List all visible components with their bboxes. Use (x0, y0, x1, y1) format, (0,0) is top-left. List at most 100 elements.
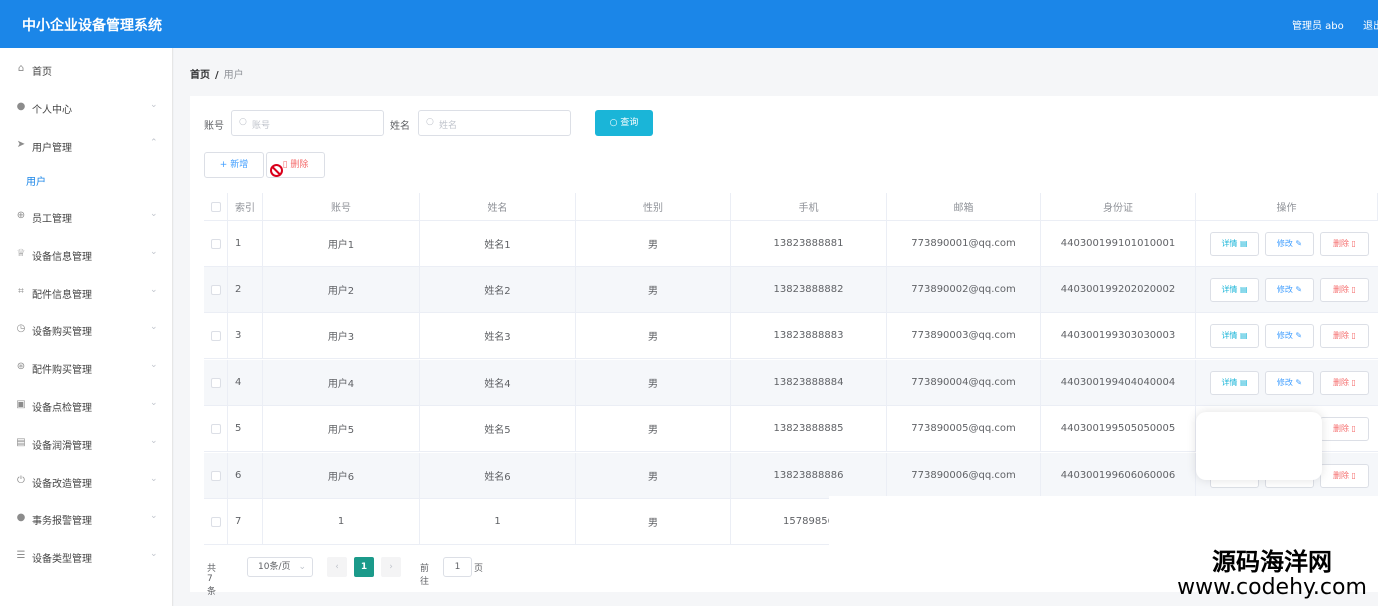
column-header: 邮箱 (887, 193, 1041, 220)
document-icon: ▤ (1237, 378, 1248, 387)
table-cell: 440300199606060006 (1041, 453, 1196, 498)
sidebar-item[interactable]: ⊕ 员工管理 ⌄ (0, 201, 173, 231)
row-delete-button[interactable]: 删除 ▯ (1320, 371, 1369, 395)
crop-icon: ⌗ (18, 286, 24, 297)
logout-link[interactable]: 退出 (1363, 17, 1378, 32)
row-checkbox[interactable] (210, 330, 221, 341)
sidebar-item[interactable]: ▣ 设备点检管理 ⌄ (0, 390, 173, 420)
current-user[interactable]: 管理员 abo (1292, 17, 1344, 32)
sidebar-item[interactable]: ▤ 设备润滑管理 ⌄ (0, 428, 173, 458)
top-header: 中小企业设备管理系统 管理员 abo 退出 (0, 0, 1378, 48)
name-input[interactable]: ○ 姓名 (418, 110, 571, 136)
table-cell: 男 (576, 360, 731, 405)
next-page-button[interactable]: › (381, 557, 401, 577)
table-cell: 440300199202020002 (1041, 267, 1196, 312)
edit-button-label: 修改 (1276, 331, 1293, 340)
row-delete-button-label: 删除 (1333, 285, 1350, 294)
account-label: 账号 (204, 121, 224, 132)
select-all-checkbox[interactable] (210, 201, 221, 212)
sidebar-item-label: 设备类型管理 (32, 554, 92, 565)
chevron-down-icon: ⌄ (150, 247, 158, 257)
table-cell: 773890002@qq.com (887, 267, 1041, 312)
table-cell: 773890005@qq.com (887, 406, 1041, 451)
sidebar-item[interactable]: ⌗ 配件信息管理 ⌄ (0, 277, 173, 307)
sidebar-item[interactable]: ⊛ 配件购买管理 ⌄ (0, 352, 173, 382)
row-delete-button[interactable]: 删除 ▯ (1320, 464, 1369, 488)
table-row: 1 用户1 姓名1 男 13823888881 773890001@qq.com 44030… (204, 221, 1378, 267)
edit-button[interactable]: 修改 ✎ (1265, 324, 1314, 348)
row-delete-button[interactable]: 删除 ▯ (1320, 278, 1369, 302)
table-cell: 773890003@qq.com (887, 313, 1041, 358)
edit-button[interactable]: 修改 ✎ (1265, 278, 1314, 302)
clock-icon: ◷ (16, 323, 26, 334)
chevron-down-icon: ⌄ (150, 511, 158, 521)
document-icon: ▤ (1237, 285, 1248, 294)
detail-button[interactable]: 详情 ▤ (1210, 324, 1259, 348)
add-button[interactable]: + 新增 (204, 152, 264, 178)
page-size-value: 10条/页 (258, 562, 291, 572)
sidebar-item-label: 设备润滑管理 (32, 441, 92, 452)
row-delete-button[interactable]: 删除 ▯ (1320, 324, 1369, 348)
table-cell: 4 (228, 360, 263, 405)
detail-button[interactable]: 详情 ▤ (1210, 278, 1259, 302)
prev-page-button[interactable]: ‹ (327, 557, 347, 577)
sidebar-item-label: 设备购买管理 (32, 327, 92, 338)
query-label: 查询 (620, 118, 639, 128)
pagination-total: 共 7 条 (207, 564, 217, 597)
sidebar-item[interactable]: 用户 (0, 164, 173, 194)
row-delete-button-label: 删除 (1333, 471, 1350, 480)
sidebar-item[interactable]: ➤ 用户管理 ⌃ (0, 130, 173, 160)
sidebar-item-label: 首页 (32, 67, 52, 78)
sidebar-item[interactable]: ◷ 设备购买管理 ⌄ (0, 314, 173, 344)
row-checkbox[interactable] (210, 470, 221, 481)
detail-button-label: 详情 (1221, 331, 1238, 340)
table-cell: 13823888885 (731, 406, 887, 451)
page-size-select[interactable]: 10条/页 ⌄ (247, 557, 313, 577)
breadcrumb-home[interactable]: 首页 (190, 70, 210, 81)
detail-button[interactable]: 详情 ▤ (1210, 232, 1259, 256)
account-input[interactable]: ○ 账号 (231, 110, 384, 136)
edit-button[interactable]: 修改 ✎ (1265, 232, 1314, 256)
query-button[interactable]: ○ 查询 (595, 110, 653, 136)
sidebar-item-label: 用户管理 (32, 143, 72, 154)
table-cell: 男 (576, 313, 731, 358)
sidebar-item[interactable]: ● 事务报警管理 ⌄ (0, 503, 173, 533)
sidebar-item[interactable]: ♕ 设备信息管理 ⌄ (0, 239, 173, 269)
page-number-button[interactable]: 1 (354, 557, 374, 577)
row-checkbox[interactable] (210, 423, 221, 434)
edit-icon: ✎ (1292, 331, 1303, 340)
row-checkbox[interactable] (210, 377, 221, 388)
column-header: 手机 (731, 193, 887, 220)
trash-icon: ▯ (1349, 378, 1356, 387)
select-all-cell (204, 193, 228, 220)
goto-page-input[interactable]: 1 (443, 557, 472, 577)
edit-button[interactable]: 修改 ✎ (1265, 371, 1314, 395)
list-icon: ☰ (16, 550, 26, 561)
table-cell: 1 (263, 499, 420, 544)
actions-cell: 详情 ▤修改 ✎删除 ▯ (1196, 267, 1378, 312)
user-icon: ● (16, 101, 26, 112)
table-cell: 男 (576, 406, 731, 451)
table-cell: 男 (576, 221, 731, 266)
row-checkbox[interactable] (210, 284, 221, 295)
table-cell: 用户6 (263, 453, 420, 498)
sidebar-item[interactable]: ● 个人中心 ⌄ (0, 92, 173, 122)
sidebar-item-label: 事务报警管理 (32, 516, 92, 527)
chevron-down-icon: ⌄ (298, 562, 306, 572)
detail-button[interactable]: 详情 ▤ (1210, 371, 1259, 395)
actions-cell: 详情 ▤修改 ✎删除 ▯ (1196, 221, 1378, 266)
row-delete-button[interactable]: 删除 ▯ (1320, 417, 1369, 441)
row-checkbox[interactable] (210, 238, 221, 249)
sidebar-item[interactable]: ⌂ 首页 (0, 54, 173, 84)
row-delete-button[interactable]: 删除 ▯ (1320, 232, 1369, 256)
watermark: 源码海洋网 www.codehy.com (1168, 548, 1376, 604)
sidebar-item[interactable]: ☰ 设备类型管理 ⌄ (0, 541, 173, 571)
table-cell: 440300199101010001 (1041, 221, 1196, 266)
row-checkbox[interactable] (210, 516, 221, 527)
sidebar-item[interactable]: ⏻ 设备改造管理 ⌄ (0, 466, 173, 496)
row-select-cell (204, 499, 228, 544)
chevron-up-icon: ⌃ (150, 138, 158, 148)
trash-icon: ▯ (1349, 239, 1356, 248)
clipboard-icon: ▣ (16, 399, 26, 410)
search-icon: ○ (239, 117, 247, 127)
